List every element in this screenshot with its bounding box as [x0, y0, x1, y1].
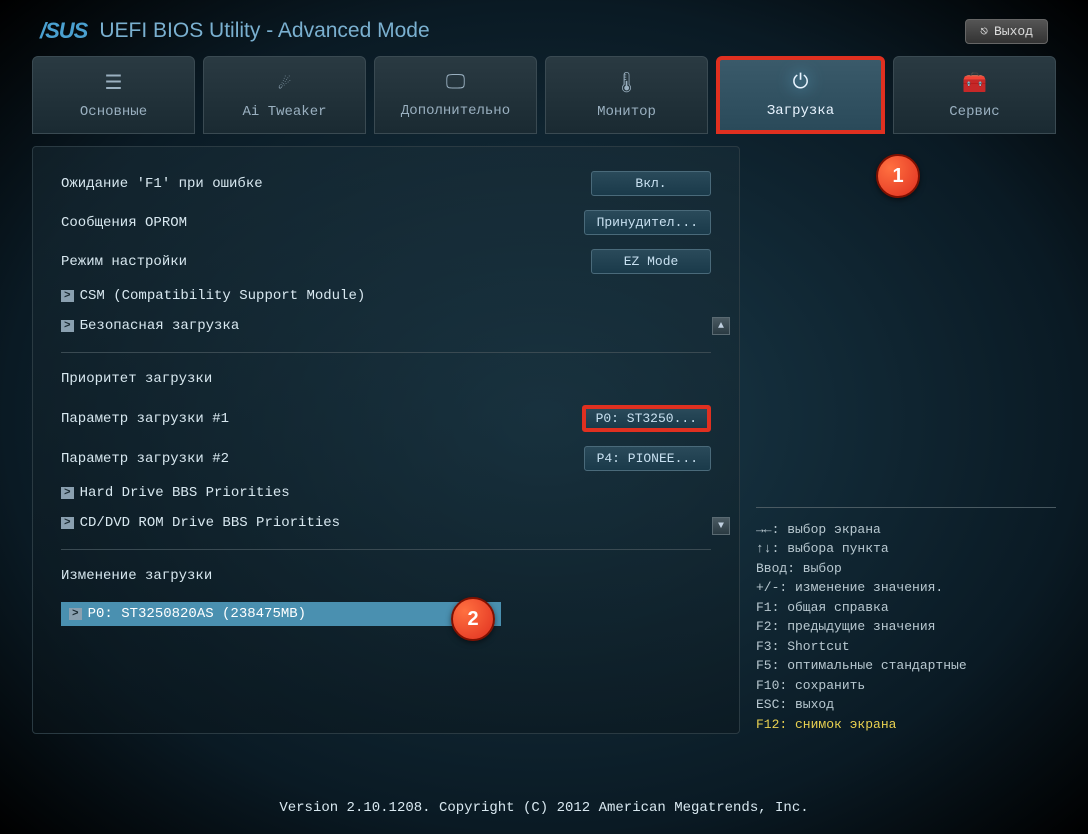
settings-panel: Ожидание 'F1' при ошибке Вкл. Сообщения …	[32, 146, 740, 734]
chevron-right-icon: >	[61, 487, 74, 499]
annotation-badge-2: 2	[451, 597, 495, 641]
scroll-down-button[interactable]: ▼	[712, 517, 730, 535]
help-line: F1: общая справка	[756, 598, 1056, 618]
tab-label: Ai Tweaker	[242, 104, 326, 120]
boot-override-title: Изменение загрузки	[61, 568, 711, 584]
advanced-icon: 🖵	[446, 71, 465, 95]
wait-f1-label: Ожидание 'F1' при ошибке	[61, 176, 263, 192]
tool-icon: 🧰	[962, 70, 987, 96]
secure-boot-label: Безопасная загрузка	[80, 318, 240, 334]
power-icon: ⏻	[793, 71, 809, 95]
list-icon: ☰	[105, 70, 123, 96]
tab-main[interactable]: ☰ Основные	[32, 56, 195, 134]
chevron-right-icon: >	[69, 608, 82, 620]
divider	[61, 549, 711, 550]
annotation-badge-1: 1	[876, 154, 920, 198]
csm-label: CSM (Compatibility Support Module)	[80, 288, 366, 304]
boot-override-item[interactable]: > P0: ST3250820AS (238475MB)	[61, 602, 501, 626]
help-line: F2: предыдущие значения	[756, 617, 1056, 637]
setup-mode-dropdown[interactable]: EZ Mode	[591, 249, 711, 274]
tab-boot[interactable]: ⏻ Загрузка	[716, 56, 885, 134]
csm-submenu[interactable]: > CSM (Compatibility Support Module)	[61, 288, 711, 304]
oprom-dropdown[interactable]: Принудител...	[584, 210, 711, 235]
hdd-bbs-label: Hard Drive BBS Priorities	[80, 485, 290, 501]
footer-text: Version 2.10.1208. Copyright (C) 2012 Am…	[0, 800, 1088, 816]
help-line: +/-: изменение значения.	[756, 578, 1056, 598]
scroll-up-button[interactable]: ▲	[712, 317, 730, 335]
tab-advanced[interactable]: 🖵 Дополнительно	[374, 56, 537, 134]
help-line: F5: оптимальные стандартные	[756, 656, 1056, 676]
help-line: →←: выбор экрана	[756, 520, 1056, 540]
tab-monitor[interactable]: 🌡 Монитор	[545, 56, 708, 134]
boot-opt1-dropdown[interactable]: P0: ST3250...	[582, 405, 711, 432]
chevron-right-icon: >	[61, 290, 74, 302]
help-line: F3: Shortcut	[756, 637, 1056, 657]
boot-opt1-label: Параметр загрузки #1	[61, 411, 229, 427]
help-panel: →←: выбор экрана ↑↓: выбора пункта Ввод:…	[756, 507, 1056, 735]
exit-icon: ⎋	[980, 24, 988, 39]
wait-f1-dropdown[interactable]: Вкл.	[591, 171, 711, 196]
boot-priority-title: Приоритет загрузки	[61, 371, 711, 387]
tab-label: Основные	[80, 104, 147, 120]
info-area: 1	[756, 146, 1056, 507]
chevron-right-icon: >	[61, 517, 74, 529]
tab-label: Дополнительно	[401, 103, 510, 119]
help-line: ESC: выход	[756, 695, 1056, 715]
tab-tool[interactable]: 🧰 Сервис	[893, 56, 1056, 134]
tab-label: Монитор	[597, 104, 656, 120]
tab-ai-tweaker[interactable]: ☄ Ai Tweaker	[203, 56, 366, 134]
exit-label: Выход	[994, 24, 1033, 39]
help-line: ↑↓: выбора пункта	[756, 539, 1056, 559]
boot-override-label: P0: ST3250820AS (238475MB)	[88, 606, 306, 622]
monitor-icon: 🌡	[614, 70, 639, 96]
divider	[61, 352, 711, 353]
chevron-right-icon: >	[61, 320, 74, 332]
secure-boot-submenu[interactable]: > Безопасная загрузка	[61, 318, 711, 334]
cddvd-bbs-submenu[interactable]: > CD/DVD ROM Drive BBS Priorities	[61, 515, 711, 531]
help-line: F10: сохранить	[756, 676, 1056, 696]
tab-label: Сервис	[949, 104, 999, 120]
exit-button[interactable]: ⎋ Выход	[965, 19, 1048, 44]
setup-mode-label: Режим настройки	[61, 254, 187, 270]
tab-label: Загрузка	[767, 103, 834, 119]
tweaker-icon: ☄	[278, 70, 290, 96]
boot-opt2-dropdown[interactable]: P4: PIONEE...	[584, 446, 711, 471]
asus-logo: /SUS	[40, 18, 87, 44]
oprom-label: Сообщения OPROM	[61, 215, 187, 231]
help-line: F12: снимок экрана	[756, 715, 1056, 735]
page-title: UEFI BIOS Utility - Advanced Mode	[99, 19, 429, 43]
help-line: Ввод: выбор	[756, 559, 1056, 579]
cddvd-bbs-label: CD/DVD ROM Drive BBS Priorities	[80, 515, 340, 531]
hdd-bbs-submenu[interactable]: > Hard Drive BBS Priorities	[61, 485, 711, 501]
boot-opt2-label: Параметр загрузки #2	[61, 451, 229, 467]
